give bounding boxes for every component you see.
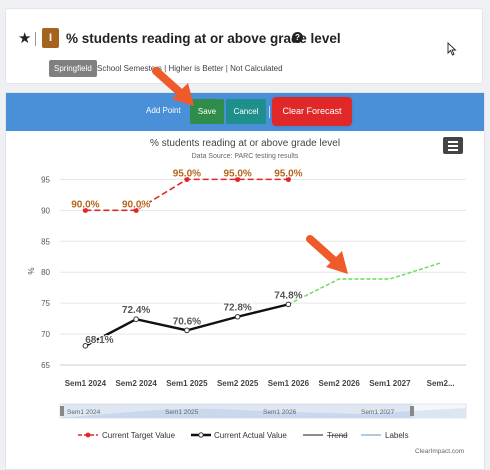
x-tick-label: Sem1 2024	[65, 379, 107, 388]
chart-credit: ClearImpact.com	[415, 448, 465, 455]
navigator-right-handle	[410, 406, 414, 416]
actual-point	[184, 327, 190, 334]
x-tick-label: Sem2 2026	[318, 379, 360, 388]
y-tick-label: 95	[41, 175, 50, 184]
legend-trend-label: Trend	[327, 431, 348, 440]
annotation-arrow-save	[152, 67, 194, 106]
actual-point	[133, 316, 139, 323]
x-tick-label: Sem2 2024	[115, 379, 157, 388]
legend-actual-marker	[198, 432, 204, 438]
y-axis-label: %	[27, 267, 36, 274]
y-tick-label: 80	[41, 268, 50, 277]
navigator-label: Sem1 2024	[67, 409, 101, 416]
favorite-star-icon[interactable]: ★	[18, 31, 31, 46]
target-data-label: 90.0%	[71, 199, 99, 210]
y-tick-label: 85	[41, 237, 50, 246]
help-icon[interactable]: ?	[292, 32, 303, 43]
target-data-label: 95.0%	[173, 168, 201, 179]
target-data-label: 95.0%	[274, 168, 302, 179]
mouse-cursor-icon	[447, 42, 457, 56]
actual-data-label: 72.4%	[122, 305, 150, 316]
x-tick-label: Sem1 2026	[268, 379, 310, 388]
actual-data-label: 68.1%	[85, 335, 113, 346]
actual-data-label: 70.6%	[173, 316, 201, 327]
line-chart: 65 70 75 80 85 90 95% Sem1 2024 Sem2 2024 Sem1 20…	[27, 167, 467, 440]
x-tick-label: Sem2...	[427, 379, 455, 388]
target-data-label: 95.0%	[223, 168, 251, 179]
target-data-label: 90.0%	[122, 199, 150, 210]
x-tick-label: Sem2 2025	[217, 379, 259, 388]
chart-panel: Add Point Save Cancel Clear Forecast % s…	[5, 92, 485, 470]
legend-target-label: Current Target Value	[102, 431, 176, 440]
annotation-arrow-forecast	[306, 235, 348, 274]
x-tick-label: Sem1 2027	[369, 379, 411, 388]
target-series-line	[85, 178, 289, 212]
actual-data-label: 74.8%	[274, 290, 302, 301]
y-tick-label: 90	[41, 206, 50, 215]
actual-point	[234, 313, 241, 320]
y-tick-label: 75	[41, 299, 50, 308]
measure-header-card: ★ I % students reading at or above grade…	[5, 8, 483, 84]
actual-data-label: 72.8%	[223, 303, 251, 314]
indicator-badge: I	[42, 28, 59, 48]
navigator-label: Sem1 2027	[361, 409, 395, 416]
navigator-selected-range	[62, 404, 412, 418]
navigator-left-handle	[60, 406, 64, 416]
x-tick-label: Sem1 2025	[166, 379, 208, 388]
header-divider	[35, 32, 36, 46]
navigator-label: Sem1 2025	[165, 409, 199, 416]
y-tick-label: 70	[41, 330, 50, 339]
legend-target-marker	[85, 432, 91, 438]
navigator-label: Sem1 2026	[263, 409, 297, 416]
legend-labels-label: Labels	[385, 431, 409, 440]
legend-actual-label: Current Actual Value	[214, 431, 287, 440]
actual-point	[285, 301, 292, 308]
location-tag[interactable]: Springfield	[49, 60, 97, 77]
y-tick-label: 65	[41, 361, 50, 370]
